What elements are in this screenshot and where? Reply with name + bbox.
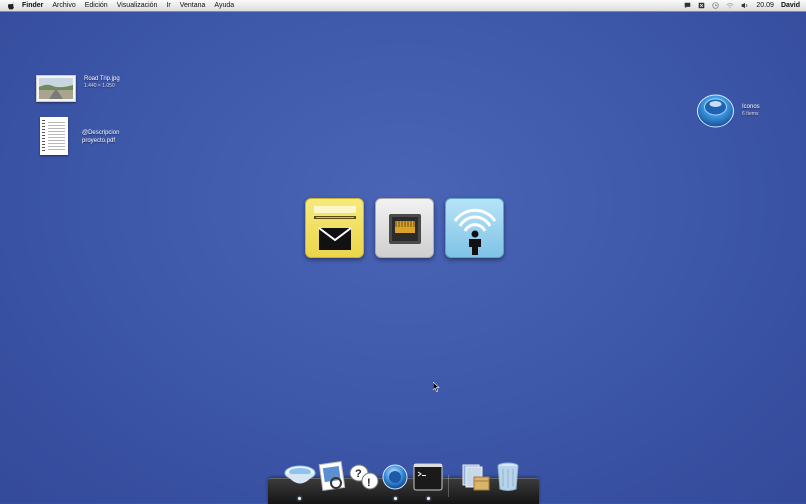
disk-name: Iconos — [742, 104, 760, 110]
disk-info: 6 ítems — [742, 111, 759, 117]
file-name: Road Trip.jpg — [84, 76, 120, 82]
terminal-icon[interactable] — [413, 463, 443, 491]
disk-image-icon — [696, 91, 735, 134]
wifi-person-icon[interactable] — [445, 198, 504, 258]
menu-bar: Finder Archivo Edición Visualización Ir … — [0, 0, 806, 12]
center-icon-group — [305, 198, 504, 258]
documents-stack-icon[interactable] — [460, 462, 492, 492]
image-file-icon — [36, 75, 76, 102]
menubar-clock[interactable]: 20.09 — [756, 0, 774, 11]
dock-separator — [448, 475, 449, 497]
wifi-icon[interactable] — [726, 2, 735, 9]
menu-ventana[interactable]: Ventana — [180, 0, 206, 11]
desktop-disk-iconos[interactable]: Iconos 6 ítems — [696, 91, 760, 134]
preview-icon[interactable] — [318, 461, 346, 491]
running-indicator — [298, 497, 301, 500]
svg-text:!: ! — [367, 477, 371, 489]
mail-icon[interactable] — [305, 198, 364, 258]
menubar-user[interactable]: David — [781, 0, 800, 11]
file-label: Road Trip.jpg 1.440 × 1.050 — [84, 75, 120, 90]
bluetooth-icon[interactable] — [698, 2, 705, 9]
desktop-file-descripcion[interactable]: @Descripcion proyecto.pdf — [40, 117, 119, 155]
menu-finder[interactable]: Finder — [22, 0, 43, 11]
help-bubbles-icon[interactable]: ? ! — [348, 462, 380, 492]
status-area: 20.09 David — [677, 0, 800, 11]
disk-label: Iconos 6 ítems — [742, 103, 760, 118]
blue-orb-icon[interactable] — [381, 463, 409, 491]
pdf-file-icon — [40, 117, 68, 155]
menu-archivo[interactable]: Archivo — [52, 0, 75, 11]
chat-bubble-icon[interactable] — [684, 2, 691, 9]
file-name: @Descripcion — [82, 130, 120, 136]
volume-icon[interactable] — [741, 2, 749, 9]
svg-text:?: ? — [355, 468, 362, 480]
binder-rings — [42, 120, 45, 152]
text-lines — [48, 122, 65, 151]
menu-ir[interactable]: Ir — [166, 0, 170, 11]
running-indicator — [394, 497, 397, 500]
file-info: 1.440 × 1.050 — [84, 83, 115, 89]
mouse-cursor-icon — [432, 379, 440, 397]
ethernet-icon[interactable] — [375, 198, 434, 258]
file-label: @Descripcion proyecto.pdf — [82, 129, 119, 145]
apple-logo-icon[interactable] — [8, 2, 16, 10]
trash-icon[interactable] — [496, 461, 520, 491]
menu-visualizacion[interactable]: Visualización — [117, 0, 158, 11]
desktop-file-road-trip[interactable]: Road Trip.jpg 1.440 × 1.050 — [36, 75, 120, 102]
file-name-line2: proyecto.pdf — [82, 138, 116, 144]
menu-edicion[interactable]: Edición — [85, 0, 108, 11]
running-indicator — [427, 497, 430, 500]
finder-bowl-icon[interactable] — [284, 463, 316, 489]
menu-ayuda[interactable]: Ayuda — [214, 0, 234, 11]
time-machine-icon[interactable] — [712, 2, 720, 9]
